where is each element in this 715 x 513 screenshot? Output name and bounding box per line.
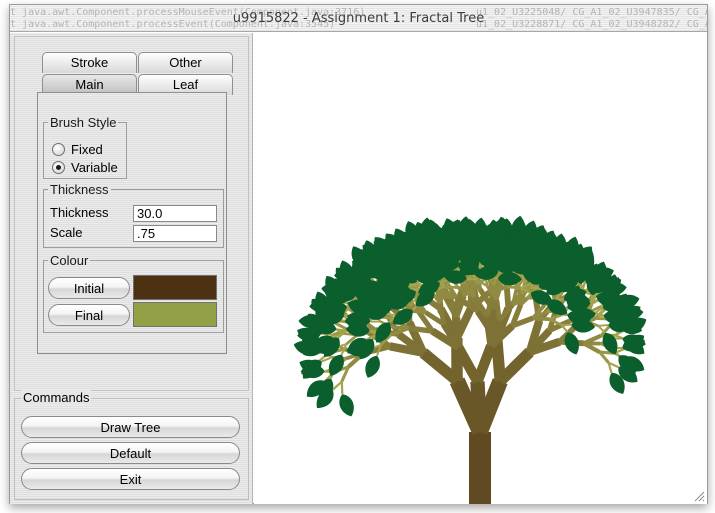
brush-style-legend: Brush Style — [50, 115, 117, 130]
radio-fixed[interactable]: Fixed — [52, 140, 103, 158]
resize-grip-icon[interactable] — [693, 490, 705, 502]
draw-tree-button[interactable]: Draw Tree — [21, 416, 240, 438]
tree-branch — [386, 313, 397, 317]
radio-variable[interactable]: Variable — [52, 158, 118, 176]
tree-branch — [597, 325, 606, 334]
tree-branch — [437, 303, 447, 325]
thickness-label: Thickness — [50, 205, 109, 220]
thickness-group: Thickness Thickness Scale — [43, 182, 224, 248]
initial-colour-button[interactable]: Initial — [48, 277, 130, 299]
colour-group: Colour Initial Final — [43, 253, 224, 333]
tree-branch — [391, 325, 409, 330]
final-colour-button[interactable]: Final — [48, 304, 130, 326]
tree-branch — [331, 380, 343, 391]
fractal-tree-drawing — [293, 215, 647, 504]
window-title: u9915822 - Assignment 1: Fractal Tree — [232, 11, 485, 26]
tree-branch — [472, 344, 496, 384]
tree-leaf — [339, 394, 354, 417]
title-bar[interactable]: at java.awt.Component.processMouseEvent(… — [10, 5, 707, 32]
colour-legend: Colour — [50, 253, 89, 268]
radio-variable-indicator[interactable] — [52, 160, 65, 174]
commands-group: Commands Draw Tree Default Exit — [14, 390, 249, 500]
brush-style-group: Brush Style Fixed Variable — [43, 115, 127, 179]
scale-input[interactable] — [133, 225, 217, 242]
tree-branch — [336, 328, 347, 332]
thickness-input[interactable] — [133, 205, 217, 222]
tree-canvas[interactable] — [254, 33, 707, 504]
radio-fixed-label: Fixed — [71, 141, 103, 157]
exit-button[interactable]: Exit — [21, 468, 240, 490]
final-colour-swatch[interactable] — [133, 302, 217, 327]
scale-label: Scale — [50, 225, 83, 240]
tree-branch — [470, 381, 488, 433]
tab-other[interactable]: Other — [138, 52, 233, 73]
control-panel: Stroke Other Main Leaf Brush Style Fixed… — [10, 33, 253, 504]
radio-fixed-indicator[interactable] — [52, 142, 65, 156]
radio-variable-label: Variable — [71, 159, 118, 175]
default-button[interactable]: Default — [21, 442, 240, 464]
tree-branch — [598, 324, 609, 327]
main-tab-content: Brush Style Fixed Variable Thickness Thi… — [37, 92, 227, 354]
commands-legend: Commands — [21, 390, 92, 405]
app-window: at java.awt.Component.processMouseEvent(… — [9, 4, 708, 504]
tree-branch — [530, 286, 540, 290]
thickness-legend: Thickness — [50, 182, 109, 197]
initial-colour-swatch[interactable] — [133, 275, 217, 300]
tab-stroke[interactable]: Stroke — [42, 52, 137, 73]
